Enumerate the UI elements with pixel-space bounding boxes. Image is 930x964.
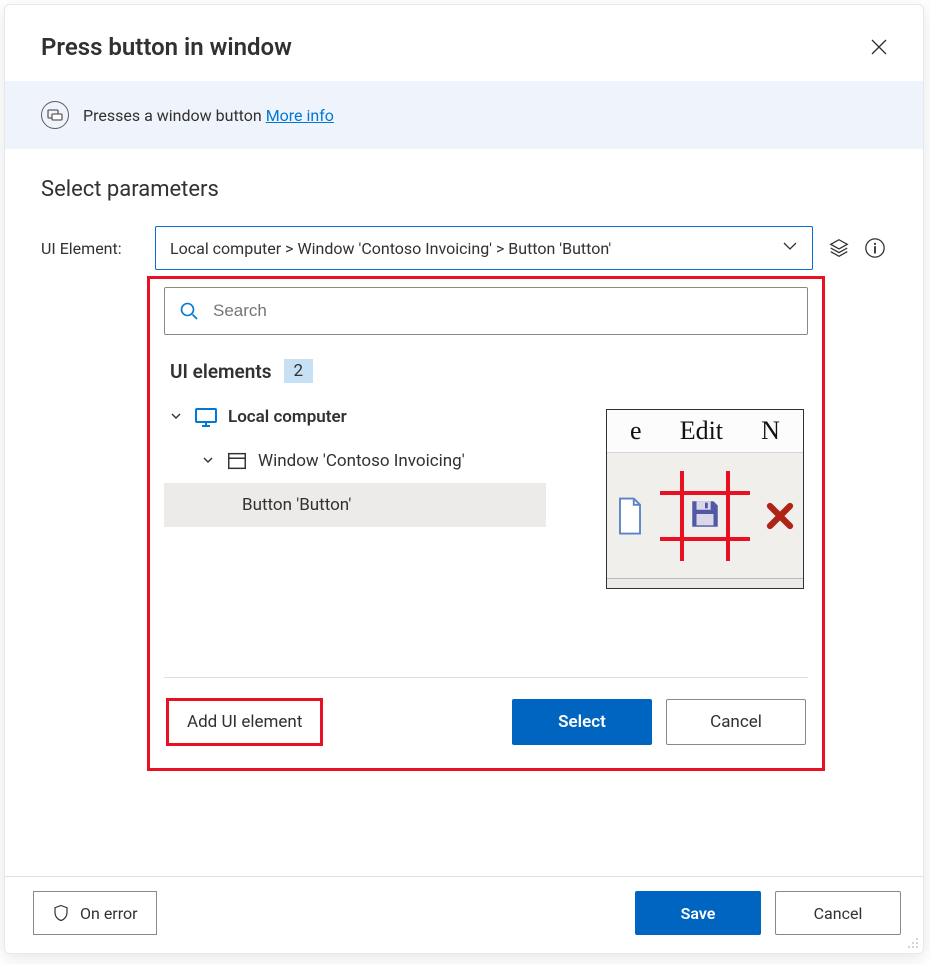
- close-button[interactable]: [863, 31, 895, 63]
- ui-element-label: UI Element:: [41, 239, 141, 258]
- dialog-footer: On error Save Cancel: [5, 876, 923, 953]
- more-info-link[interactable]: More info: [266, 106, 334, 125]
- info-icon: [864, 237, 886, 259]
- chevron-down-icon: [200, 451, 216, 471]
- add-ui-element-label: Add UI element: [187, 712, 302, 732]
- ui-elements-label: UI elements: [170, 360, 272, 383]
- layers-icon: [828, 237, 850, 259]
- select-label: Select: [558, 712, 606, 732]
- info-button[interactable]: [863, 236, 887, 260]
- tree-node-label: Local computer: [228, 407, 347, 427]
- search-field[interactable]: [164, 287, 808, 335]
- shield-icon: [52, 904, 70, 922]
- tree-node-label: Window 'Contoso Invoicing': [258, 451, 465, 471]
- info-text: Presses a window button More info: [83, 106, 334, 125]
- on-error-label: On error: [80, 904, 138, 923]
- ui-element-picker: UI elements 2 Local computer Window 'Con…: [147, 276, 825, 771]
- on-error-button[interactable]: On error: [33, 891, 157, 935]
- dialog-title: Press button in window: [41, 33, 292, 61]
- press-button-icon: [47, 107, 63, 123]
- chevron-down-icon: [168, 407, 184, 427]
- preview-toolbar: [607, 452, 803, 578]
- search-icon: [179, 301, 199, 321]
- document-icon: [615, 497, 645, 535]
- parameters-section: Select parameters UI Element: Local comp…: [5, 149, 923, 771]
- info-bar: Presses a window button More info: [5, 81, 923, 149]
- title-bar: Press button in window: [5, 5, 923, 81]
- save-icon: [688, 497, 722, 531]
- dialog-window: Press button in window Presses a window …: [4, 4, 924, 954]
- tree-node-label: Button 'Button': [242, 495, 351, 515]
- delete-icon: [765, 497, 795, 535]
- cancel-picker-button[interactable]: Cancel: [666, 699, 806, 745]
- cancel-label: Cancel: [710, 712, 762, 732]
- ui-element-value: Local computer > Window 'Contoso Invoici…: [170, 239, 611, 258]
- preview-menu-edit: Edit: [680, 416, 723, 446]
- cancel-button[interactable]: Cancel: [775, 891, 901, 935]
- save-label: Save: [681, 904, 716, 923]
- ui-element-select[interactable]: Local computer > Window 'Contoso Invoici…: [155, 226, 813, 270]
- ui-elements-header: UI elements 2: [170, 359, 808, 383]
- preview-menu-fragment: N: [761, 416, 780, 446]
- info-description: Presses a window button: [83, 106, 262, 125]
- chevron-down-icon: [782, 238, 798, 258]
- tree-node-button[interactable]: Button 'Button': [164, 483, 546, 527]
- add-ui-element-button[interactable]: Add UI element: [166, 698, 323, 746]
- section-title: Select parameters: [41, 177, 887, 202]
- picker-footer: Add UI element Select Cancel: [164, 678, 808, 756]
- resize-grip-icon[interactable]: [905, 935, 919, 949]
- ui-element-row: UI Element: Local computer > Window 'Con…: [41, 226, 887, 270]
- select-button[interactable]: Select: [512, 699, 652, 745]
- row-actions: [827, 236, 887, 260]
- action-icon: [41, 101, 69, 129]
- cancel-label: Cancel: [814, 904, 863, 923]
- layers-button[interactable]: [827, 236, 851, 260]
- window-icon: [226, 450, 248, 472]
- monitor-icon: [194, 405, 218, 429]
- element-preview: e Edit N: [606, 409, 804, 589]
- ui-elements-count: 2: [284, 359, 314, 383]
- preview-menu: e Edit N: [607, 410, 803, 452]
- preview-menu-fragment: e: [630, 416, 642, 446]
- preview-highlight: [660, 471, 750, 561]
- save-button[interactable]: Save: [635, 891, 761, 935]
- close-icon: [871, 39, 887, 55]
- search-input[interactable]: [211, 300, 793, 322]
